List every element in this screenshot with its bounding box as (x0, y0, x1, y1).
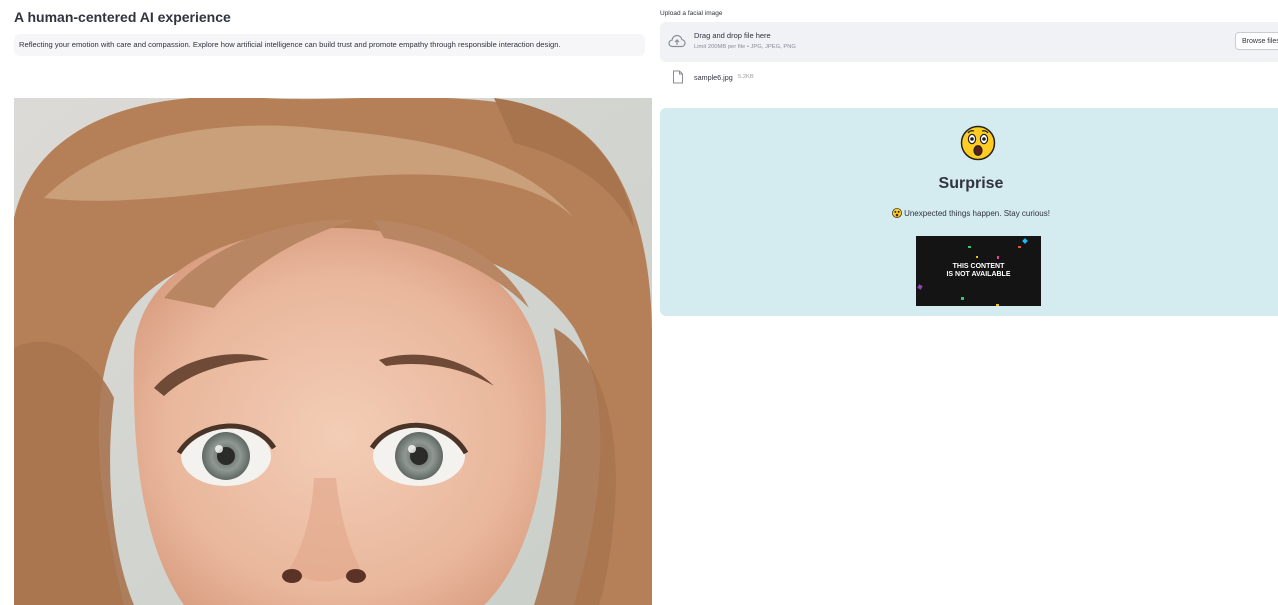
emotion-result-card: Surprise Unexpected things happen. Stay … (660, 108, 1278, 316)
content-unavailable-line-1: THIS CONTENT (952, 263, 1005, 270)
browse-files-button[interactable]: Browse files (1235, 32, 1278, 50)
confetti-piece (1018, 246, 1021, 248)
emotion-label: Surprise (938, 175, 1004, 192)
astonished-face-icon (960, 125, 996, 166)
emotion-message: Unexpected things happen. Stay curious! (660, 208, 1278, 220)
confetti-piece (997, 256, 999, 259)
confetti-piece (917, 284, 923, 290)
file-icon (672, 70, 684, 89)
cloud-upload-icon (668, 34, 686, 53)
confetti-piece (996, 304, 999, 306)
file-size: 5.2KB (738, 74, 754, 80)
confetti-piece (1022, 238, 1028, 244)
dropzone-limit-text: Limit 200MB per file • JPG, JPEG, PNG (694, 44, 796, 50)
file-name: sample6.jpg (694, 73, 733, 82)
confetti-piece (976, 256, 978, 258)
page-title: A human-centered AI experience (14, 9, 231, 25)
content-unavailable-line-2: IS NOT AVAILABLE (946, 270, 1011, 278)
astonished-face-icon (892, 208, 902, 220)
file-dropzone[interactable]: Drag and drop file here Limit 200MB per … (660, 22, 1278, 62)
content-unavailable-media: THIS CONTENT IS NOT AVAILABLE (916, 236, 1041, 306)
confetti-piece (968, 246, 971, 248)
confetti-piece (961, 297, 964, 300)
uploaded-face-image (14, 98, 652, 605)
upload-label: Upload a facial image (660, 10, 723, 17)
intro-text: Reflecting your emotion with care and co… (14, 34, 645, 56)
content-unavailable-text: THIS CONTENT IS NOT AVAILABLE (916, 263, 1041, 278)
emotion-message-text: Unexpected things happen. Stay curious! (904, 209, 1050, 218)
dropzone-instructions: Drag and drop file here (694, 31, 771, 40)
